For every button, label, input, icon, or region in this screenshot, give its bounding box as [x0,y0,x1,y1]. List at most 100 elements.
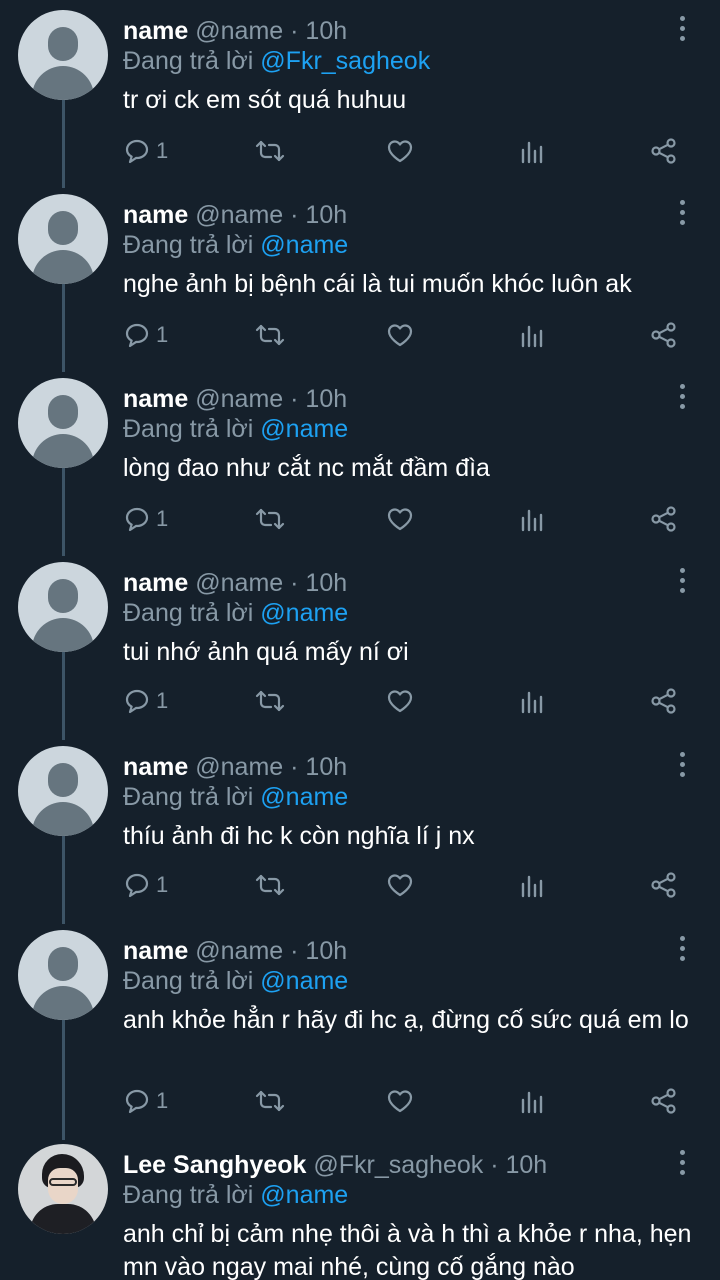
mention-link[interactable]: @name [260,967,348,995]
reply-button[interactable]: 1 [124,136,168,166]
display-name[interactable]: name [123,937,188,965]
reply-thread: name @name · 10h Đang trả lời @Fkr_saghe… [0,0,720,1280]
tweet[interactable]: name @name · 10h Đang trả lời @name lòng… [0,378,720,558]
share-button[interactable] [650,1086,678,1116]
mention-link[interactable]: @Fkr_sagheok [260,47,430,75]
retweet-button[interactable] [254,136,286,166]
analytics-button[interactable] [520,504,544,534]
tweet[interactable]: Lee Sanghyeok @Fkr_sagheok · 10h Đang tr… [0,1144,720,1280]
retweet-button[interactable] [254,1086,286,1116]
mention-link[interactable]: @name [260,231,348,259]
reply-count: 1 [156,506,169,531]
default-avatar[interactable] [18,194,108,284]
heart-icon [387,140,413,163]
timestamp[interactable]: 10h [305,17,347,45]
user-handle[interactable]: @Fkr_sagheok [313,1151,483,1179]
tweet-header: name @name · 10h [123,936,347,966]
more-vertical-icon[interactable] [674,934,692,964]
timestamp[interactable]: 10h [305,385,347,413]
replying-to-label: Đang trả lời [123,231,254,259]
profile-photo-avatar[interactable] [18,1144,108,1234]
tweet-actions: 1 [0,504,720,534]
replying-to-label: Đang trả lời [123,967,254,995]
analytics-icon [521,141,543,164]
like-button[interactable] [386,136,414,166]
user-handle[interactable]: @name [195,753,283,781]
tweet[interactable]: name @name · 10h Đang trả lời @Fkr_saghe… [0,10,720,190]
reply-button[interactable]: 1 [124,320,168,350]
default-avatar[interactable] [18,562,108,652]
like-button[interactable] [386,504,414,534]
display-name[interactable]: Lee Sanghyeok [123,1151,306,1179]
share-button[interactable] [650,870,678,900]
timestamp[interactable]: 10h [506,1151,548,1179]
tweet-header: name @name · 10h [123,568,347,598]
retweet-icon [255,874,285,896]
mention-link[interactable]: @name [260,1181,348,1209]
like-button[interactable] [386,686,414,716]
reply-button[interactable]: 1 [124,686,168,716]
share-icon [651,688,676,714]
display-name[interactable]: name [123,385,188,413]
like-button[interactable] [386,870,414,900]
reply-button[interactable]: 1 [124,504,168,534]
share-button[interactable] [650,504,678,534]
display-name[interactable]: name [123,201,188,229]
default-avatar[interactable] [18,10,108,100]
timestamp[interactable]: 10h [305,753,347,781]
tweet[interactable]: name @name · 10h Đang trả lời @name thíu… [0,746,720,926]
more-vertical-icon[interactable] [674,198,692,228]
user-handle[interactable]: @name [195,201,283,229]
share-button[interactable] [650,320,678,350]
display-name[interactable]: name [123,17,188,45]
user-handle[interactable]: @name [195,17,283,45]
timestamp[interactable]: 10h [305,569,347,597]
like-button[interactable] [386,320,414,350]
more-vertical-icon[interactable] [674,750,692,780]
user-handle[interactable]: @name [195,385,283,413]
tweet-text: nghe ảnh bị bệnh cái là tui muốn khóc lu… [123,270,632,298]
more-vertical-icon[interactable] [674,1148,692,1178]
retweet-button[interactable] [254,870,286,900]
default-avatar[interactable] [18,930,108,1020]
reply-button[interactable]: 1 [124,1086,168,1116]
retweet-button[interactable] [254,320,286,350]
tweet[interactable]: name @name · 10h Đang trả lời @name anh … [0,930,720,1140]
share-icon [651,138,676,164]
analytics-icon [521,691,543,714]
reply-button[interactable]: 1 [124,870,168,900]
retweet-button[interactable] [254,686,286,716]
analytics-button[interactable] [520,320,544,350]
default-avatar[interactable] [18,378,108,468]
retweet-button[interactable] [254,504,286,534]
default-avatar[interactable] [18,746,108,836]
tweet[interactable]: name @name · 10h Đang trả lời @name nghe… [0,194,720,374]
mention-link[interactable]: @name [260,415,348,443]
timestamp[interactable]: 10h [305,937,347,965]
analytics-button[interactable] [520,136,544,166]
more-vertical-icon[interactable] [674,382,692,412]
analytics-button[interactable] [520,686,544,716]
tweet[interactable]: name @name · 10h Đang trả lời @name tui … [0,562,720,742]
mention-link[interactable]: @name [260,783,348,811]
user-handle[interactable]: @name [195,937,283,965]
reply-icon [125,323,149,348]
tweet-actions: 1 [0,1086,720,1116]
retweet-icon [255,324,285,346]
more-vertical-icon[interactable] [674,14,692,44]
mention-link[interactable]: @name [260,599,348,627]
display-name[interactable]: name [123,569,188,597]
reply-icon [125,689,149,714]
tweet-actions: 1 [0,686,720,716]
more-vertical-icon[interactable] [674,566,692,596]
display-name[interactable]: name [123,753,188,781]
analytics-button[interactable] [520,870,544,900]
analytics-button[interactable] [520,1086,544,1116]
like-button[interactable] [386,1086,414,1116]
share-button[interactable] [650,136,678,166]
heart-icon [387,1090,413,1113]
timestamp[interactable]: 10h [305,201,347,229]
share-button[interactable] [650,686,678,716]
user-handle[interactable]: @name [195,569,283,597]
separator-dot: · [490,1151,499,1179]
